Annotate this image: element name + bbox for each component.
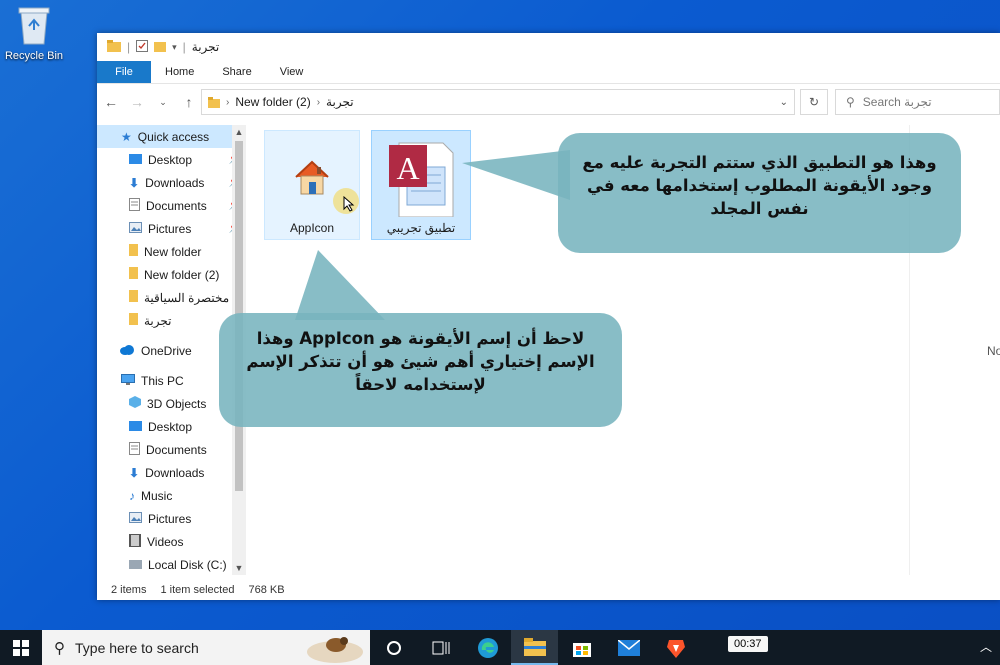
search-icon: ⚲ bbox=[54, 639, 65, 657]
file-explorer-button[interactable] bbox=[511, 630, 558, 665]
taskbar-search-box[interactable]: ⚲ Type here to search bbox=[42, 630, 370, 665]
start-button[interactable] bbox=[0, 630, 42, 665]
taskbar: ⚲ Type here to search bbox=[0, 630, 1000, 665]
mail-envelope-icon bbox=[617, 639, 640, 656]
brave-lion-icon bbox=[666, 639, 685, 658]
callout-top-tail bbox=[462, 150, 570, 200]
store-bag-icon bbox=[572, 642, 591, 657]
brave-button[interactable] bbox=[652, 630, 699, 665]
cortana-button[interactable] bbox=[370, 630, 417, 665]
callout-bottom-tail bbox=[295, 250, 385, 320]
chevron-up-icon[interactable]: ︿ bbox=[980, 638, 992, 655]
windows-logo-icon bbox=[13, 639, 29, 656]
callout-app-info: وهذا هو التطبيق الذي ستتم التجربة عليه م… bbox=[558, 133, 961, 253]
clock[interactable]: 00:37 bbox=[728, 636, 768, 652]
task-view-icon bbox=[432, 641, 449, 654]
task-view-button[interactable] bbox=[417, 630, 464, 665]
mail-button[interactable] bbox=[605, 630, 652, 665]
callout-icon-name-info: لاحظ أن إسم الأيقونة هو AppIcon وهذا الإ… bbox=[219, 313, 622, 427]
search-highlight-bird-icon bbox=[307, 637, 363, 663]
store-button[interactable] bbox=[558, 630, 605, 665]
taskbar-search-placeholder: Type here to search bbox=[75, 639, 199, 656]
edge-button[interactable] bbox=[464, 630, 511, 665]
cortana-circle-icon bbox=[386, 640, 401, 655]
file-explorer-icon bbox=[523, 637, 546, 656]
edge-browser-icon bbox=[477, 637, 498, 658]
